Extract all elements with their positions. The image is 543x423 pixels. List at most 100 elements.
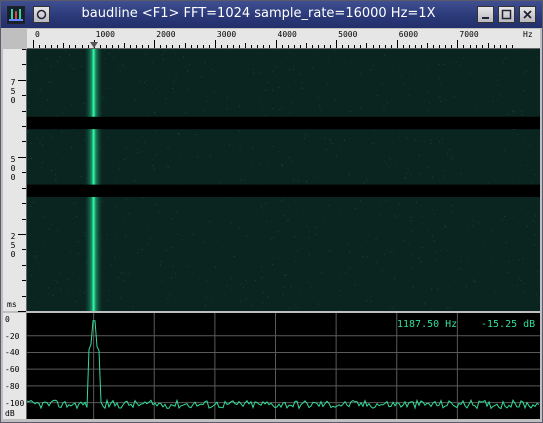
noise-speckle [369, 235, 371, 237]
noise-speckle [252, 68, 254, 70]
noise-speckle [460, 260, 462, 262]
noise-speckle [28, 295, 30, 297]
ruler-minor-tick [427, 43, 429, 48]
spectrum-trace [26, 320, 540, 410]
minimize-button[interactable] [477, 6, 494, 23]
noise-speckle [134, 180, 136, 182]
noise-speckle [398, 132, 400, 134]
noise-speckle [176, 233, 178, 235]
window-menu-button[interactable] [33, 6, 50, 23]
noise-speckle [519, 277, 521, 279]
noise-speckle [71, 104, 73, 106]
noise-speckle [242, 286, 244, 288]
noise-speckle [478, 221, 479, 223]
noise-speckle [188, 89, 190, 91]
frequency-ruler[interactable]: 0 1000 2000 3000 4000 5000 6000 7000 Hz [27, 29, 540, 49]
noise-speckle [427, 65, 428, 67]
maximize-button[interactable] [498, 6, 515, 23]
ruler-minor-tick [75, 45, 77, 48]
ruler-label-4000: 4000 [277, 30, 297, 39]
noise-speckle [204, 62, 206, 63]
ruler-minor-tick [245, 43, 247, 48]
noise-speckle [376, 234, 378, 236]
noise-speckle [451, 205, 453, 206]
noise-speckle [79, 241, 81, 243]
noise-speckle [420, 260, 422, 262]
noise-speckle [282, 294, 284, 296]
noise-speckle [36, 96, 38, 98]
noise-speckle [426, 60, 427, 62]
ruler-minor-tick [475, 45, 477, 48]
noise-speckle [523, 90, 525, 91]
ruler-minor-tick [445, 45, 447, 48]
minimize-icon [482, 17, 489, 19]
noise-speckle [156, 204, 158, 206]
frequency-marker-icon[interactable] [89, 42, 98, 48]
noise-speckle [277, 231, 279, 233]
noise-speckle [120, 272, 122, 274]
db-label-2: -40 [5, 348, 20, 358]
noise-speckle [181, 238, 183, 240]
noise-speckle [407, 168, 409, 170]
close-button[interactable] [519, 6, 536, 23]
noise-speckle [319, 105, 321, 107]
spectrum-display[interactable] [26, 313, 540, 419]
ruler-minor-tick [130, 45, 131, 48]
noise-speckle [457, 114, 459, 116]
noise-speckle [337, 281, 339, 283]
noise-speckle [59, 56, 61, 58]
noise-speckle [119, 270, 121, 272]
noise-speckle [119, 70, 121, 72]
noise-speckle [422, 215, 423, 217]
title-bar[interactable]: baudline <F1> FFT=1024 sample_rate=16000… [1, 1, 542, 28]
noise-speckle [285, 210, 287, 212]
noise-speckle [406, 137, 407, 139]
noise-speckle [342, 71, 344, 73]
noise-speckle [288, 52, 290, 53]
noise-speckle [488, 183, 489, 185]
noise-speckle [41, 97, 43, 99]
noise-speckle [324, 217, 326, 219]
noise-speckle [534, 174, 536, 176]
noise-speckle [61, 112, 63, 114]
noise-speckle [366, 177, 368, 179]
noise-speckle [415, 66, 417, 68]
ruler-minor-tick [117, 45, 119, 48]
noise-speckle [115, 205, 117, 207]
ruler-minor-tick [439, 45, 441, 48]
ruler-major-tick [396, 40, 398, 48]
noise-speckle [260, 162, 262, 164]
noise-speckle [380, 292, 382, 294]
noise-speckle [63, 107, 65, 109]
noise-speckle [48, 287, 50, 289]
noise-speckle [465, 287, 467, 289]
noise-speckle [115, 237, 117, 239]
noise-speckle [172, 88, 174, 89]
noise-speckle [496, 79, 498, 81]
noise-speckle [505, 241, 507, 243]
noise-speckle [174, 296, 176, 298]
noise-speckle [362, 113, 364, 115]
noise-speckle [284, 214, 286, 216]
noise-speckle [422, 246, 424, 248]
spectrogram-display[interactable] [27, 49, 540, 311]
noise-speckle [35, 255, 37, 256]
noise-speckle [177, 259, 179, 261]
noise-speckle [463, 248, 465, 250]
noise-speckle [209, 154, 211, 156]
noise-speckle [31, 158, 32, 160]
baudline-app-icon[interactable] [7, 6, 25, 24]
noise-speckle [105, 224, 107, 226]
noise-speckle [185, 172, 187, 174]
noise-speckle [226, 285, 228, 287]
noise-speckle [444, 225, 446, 227]
noise-speckle [529, 145, 531, 147]
noise-speckle [525, 146, 527, 148]
noise-speckle [105, 87, 107, 89]
noise-speckle [285, 274, 287, 276]
noise-speckle [226, 97, 228, 99]
ruler-minor-tick [499, 45, 501, 48]
noise-speckle [293, 180, 295, 182]
noise-speckle [308, 282, 310, 284]
noise-speckle [428, 279, 430, 281]
